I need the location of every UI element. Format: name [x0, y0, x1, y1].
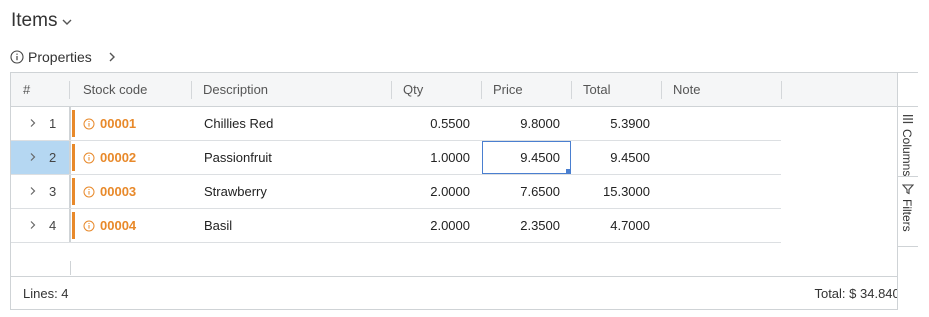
row-status-bar: [72, 144, 75, 171]
row-status-bar: [72, 178, 75, 205]
row-number: 3: [49, 184, 57, 199]
column-divider[interactable]: [191, 81, 192, 99]
stock-code-cell[interactable]: 00002: [83, 141, 136, 174]
stock-code-link[interactable]: 00003: [100, 184, 136, 199]
table-row[interactable]: 1 00001 Chillies Red 0.5500 9.8000 5.390…: [11, 107, 781, 141]
info-icon[interactable]: [83, 152, 95, 164]
table-row[interactable]: 3 00003 Strawberry 2.0000 7.6500 15.3000: [11, 175, 781, 209]
price-cell[interactable]: 9.8000: [481, 107, 560, 140]
column-divider[interactable]: [69, 81, 70, 99]
column-divider[interactable]: [661, 81, 662, 99]
qty-cell[interactable]: 0.5500: [391, 107, 470, 140]
properties-toggle[interactable]: Properties: [10, 47, 118, 67]
info-icon[interactable]: [83, 220, 95, 232]
total-cell: 15.3000: [603, 184, 650, 199]
total-cell: 9.4500: [610, 150, 650, 165]
row-number-cell[interactable]: 3: [11, 175, 69, 208]
stock-code-link[interactable]: 00004: [100, 218, 136, 233]
stock-code-cell[interactable]: 00004: [83, 209, 136, 242]
qty-cell[interactable]: 2.0000: [391, 175, 470, 208]
columns-tab-label: Columns: [900, 129, 914, 177]
column-header-stock-code[interactable]: Stock code: [71, 73, 191, 106]
stock-code-cell[interactable]: 00001: [83, 107, 136, 140]
info-icon[interactable]: [83, 118, 95, 130]
description-cell[interactable]: Passionfruit: [204, 141, 272, 174]
filters-tab[interactable]: Filters: [898, 177, 918, 247]
stock-code-link[interactable]: 00001: [100, 116, 136, 131]
filter-icon: [902, 184, 914, 195]
row-status-bar: [72, 212, 75, 239]
row-divider: [69, 141, 71, 174]
columns-tab[interactable]: Columns: [898, 107, 918, 177]
chevron-right-icon[interactable]: [28, 118, 38, 128]
lines-count: Lines: 4: [23, 286, 69, 301]
chevron-right-icon[interactable]: [28, 152, 38, 162]
grand-total: Total: $ 34.8400: [814, 286, 907, 301]
row-status-bar: [72, 110, 75, 137]
info-icon[interactable]: [83, 186, 95, 198]
column-header-number[interactable]: #: [11, 73, 69, 106]
side-panel: Columns Filters: [897, 73, 918, 310]
qty-cell[interactable]: 1.0000: [391, 141, 470, 174]
chevron-right-icon[interactable]: [28, 220, 38, 230]
chevron-down-icon[interactable]: [61, 16, 73, 28]
column-divider[interactable]: [781, 81, 782, 99]
row-divider: [69, 209, 71, 242]
table-row-selected[interactable]: 2 00002 Passionfruit 1.0000 9.4500 9.450…: [11, 141, 781, 175]
row-divider: [69, 175, 71, 208]
properties-label: Properties: [28, 49, 92, 65]
price-cell-active[interactable]: 9.4500: [481, 141, 560, 174]
chevron-right-icon[interactable]: [28, 186, 38, 196]
stock-code-link[interactable]: 00002: [100, 150, 136, 165]
chevron-right-icon[interactable]: [106, 51, 118, 63]
row-number: 1: [49, 116, 57, 131]
column-divider[interactable]: [481, 81, 482, 99]
description-cell[interactable]: Strawberry: [204, 175, 267, 208]
description-cell[interactable]: Chillies Red: [204, 107, 273, 140]
qty-cell[interactable]: 2.0000: [391, 209, 470, 242]
column-header-description[interactable]: Description: [191, 73, 391, 106]
grid-header: # Stock code Description Qty Price Total…: [11, 73, 897, 107]
row-number: 2: [49, 150, 57, 165]
row-divider: [69, 107, 71, 140]
items-grid: # Stock code Description Qty Price Total…: [10, 72, 918, 310]
info-icon: [10, 50, 24, 64]
column-header-total[interactable]: Total: [571, 73, 661, 106]
row-number-cell[interactable]: 4: [11, 209, 69, 242]
column-divider[interactable]: [571, 81, 572, 99]
empty-row-divider: [70, 261, 71, 275]
total-cell: 5.3900: [610, 116, 650, 131]
side-panel-corner: [898, 73, 918, 107]
page-header: Items: [11, 8, 73, 34]
description-cell[interactable]: Basil: [204, 209, 232, 242]
filters-tab-label: Filters: [900, 199, 914, 232]
table-row[interactable]: 4 00004 Basil 2.0000 2.3500 4.7000: [11, 209, 781, 243]
price-cell[interactable]: 7.6500: [481, 175, 560, 208]
row-number-cell[interactable]: 2: [11, 141, 69, 174]
column-divider[interactable]: [391, 81, 392, 99]
total-cell: 4.7000: [610, 218, 650, 233]
column-header-note[interactable]: Note: [661, 73, 781, 106]
row-number: 4: [49, 218, 57, 233]
columns-icon: [903, 115, 913, 124]
column-header-price[interactable]: Price: [481, 73, 571, 106]
grid-footer: Lines: 4 Total: $ 34.8400: [11, 276, 907, 310]
page-title: Items: [11, 10, 58, 31]
price-cell[interactable]: 2.3500: [481, 209, 560, 242]
column-header-qty[interactable]: Qty: [391, 73, 481, 106]
row-number-cell[interactable]: 1: [11, 107, 69, 140]
stock-code-cell[interactable]: 00003: [83, 175, 136, 208]
